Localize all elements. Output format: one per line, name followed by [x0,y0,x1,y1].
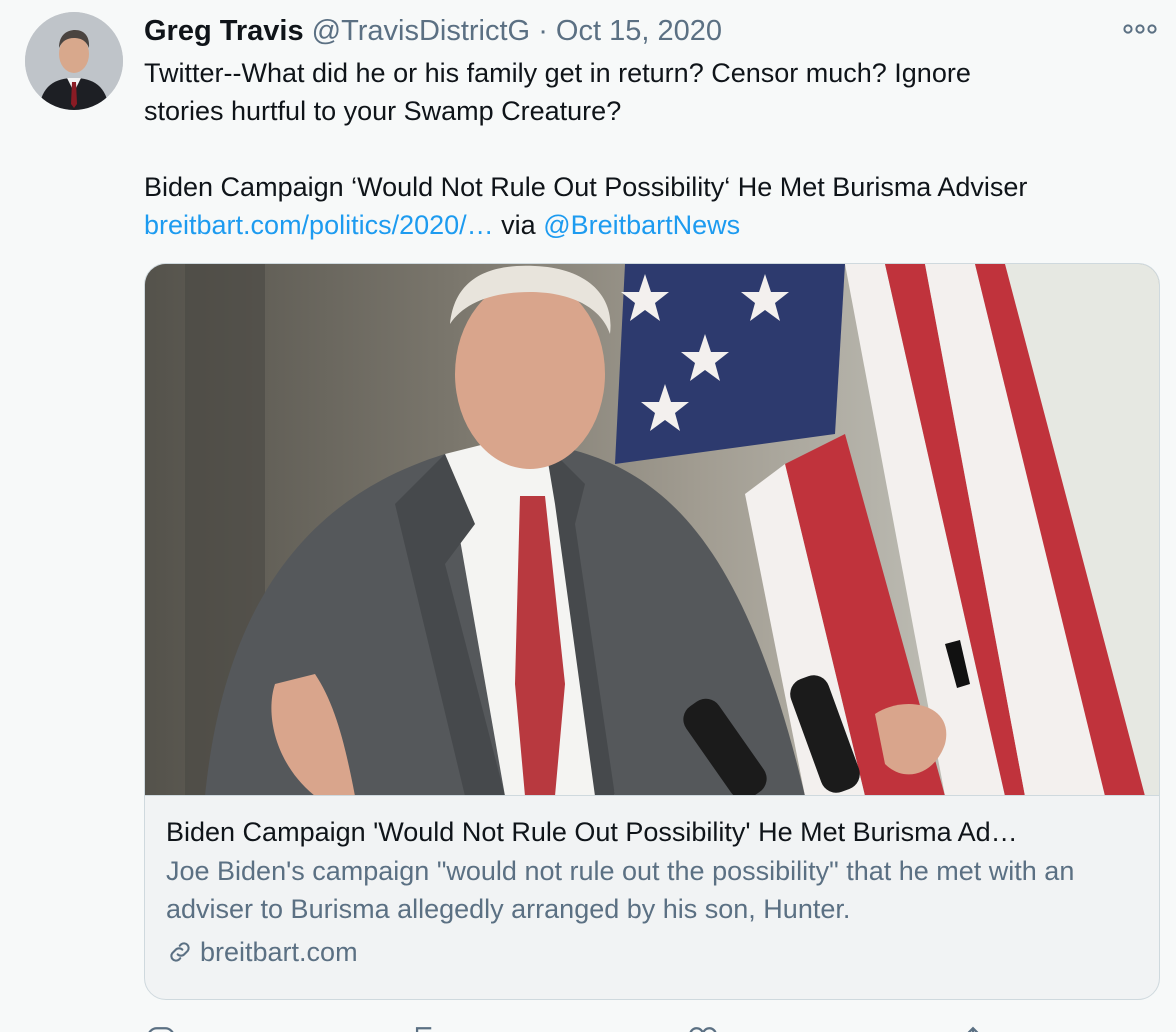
card-description: Joe Biden's campaign "would not rule out… [166,856,1075,924]
author-name[interactable]: Greg Travis [144,15,304,47]
tweet-text-line: stories hurtful to your Swamp Creature? [144,96,622,126]
link-preview-card[interactable]: Biden Campaign 'Would Not Rule Out Possi… [144,263,1160,1000]
tweet[interactable]: Greg Travis @TravisDistrictG · Oct 15, 2… [0,0,1176,1032]
retweet-button[interactable] [410,1024,444,1032]
article-link[interactable]: breitbart.com/politics/2020/… [144,210,494,240]
share-button[interactable] [956,1024,990,1032]
card-meta: Biden Campaign 'Would Not Rule Out Possi… [166,812,1139,972]
retweet-icon [415,1027,432,1032]
card-photo [145,264,1159,795]
via-text: via [501,210,536,240]
card-image[interactable] [145,264,1159,796]
via-handle-link[interactable]: @BreitbartNews [543,210,740,240]
link-icon [170,942,190,962]
header-separator: · [538,15,548,47]
avatar[interactable] [25,12,123,110]
card-domain: breitbart.com [166,932,1139,972]
tweet-headline: Biden Campaign ‘Would Not Rule Out Possi… [144,172,1028,202]
tweet-body: Twitter--What did he or his family get i… [144,54,1164,244]
reply-icon [148,1027,174,1032]
more-options-button[interactable] [1122,20,1158,38]
like-button[interactable] [686,1024,720,1032]
tweet-date[interactable]: Oct 15, 2020 [556,15,722,47]
card-domain-text: breitbart.com [200,937,358,967]
share-icon [967,1026,979,1032]
card-title: Biden Campaign 'Would Not Rule Out Possi… [166,817,1018,847]
tweet-actions [144,1018,1160,1032]
more-options-icon [1123,24,1157,34]
like-icon [689,1027,717,1032]
tweet-text-line: Twitter--What did he or his family get i… [144,58,971,88]
tweet-header: Greg Travis @TravisDistrictG · Oct 15, 2… [144,12,1116,50]
tweet-link-line: breitbart.com/politics/2020/… via @Breit… [144,206,1164,244]
author-handle[interactable]: @TravisDistrictG [312,15,530,47]
reply-button[interactable] [144,1024,178,1032]
avatar-image [25,12,123,110]
